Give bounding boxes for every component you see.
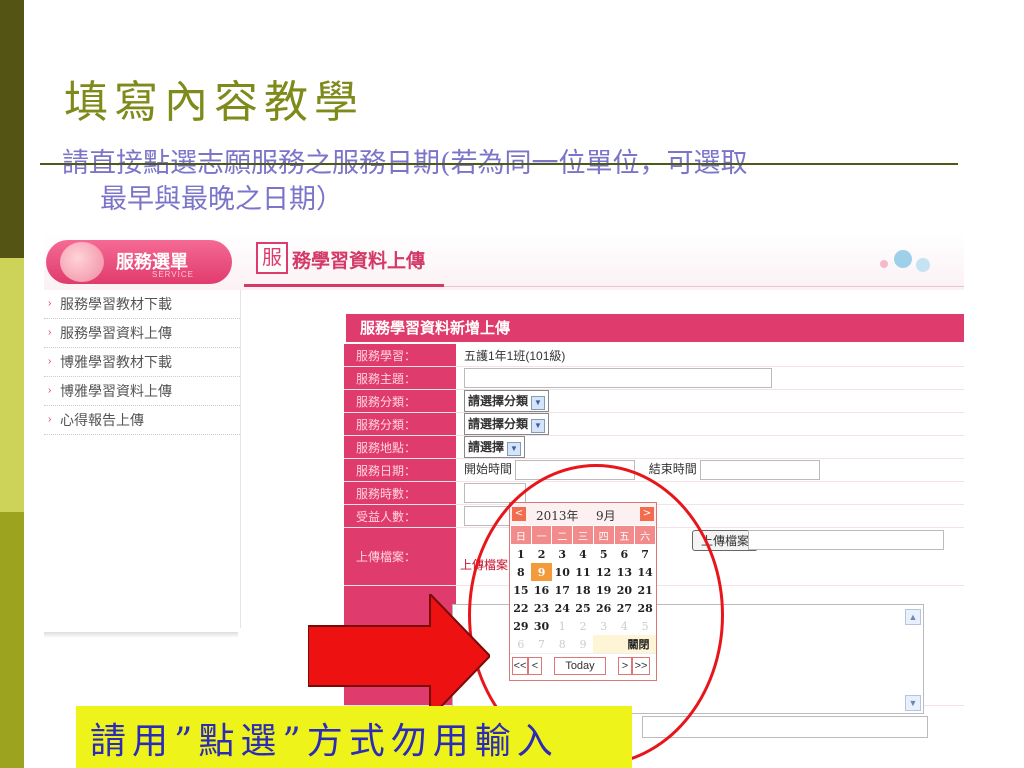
chevron-down-icon: ▼: [507, 442, 522, 456]
form-row: 服務分類： 請選擇分類 ▼: [344, 412, 964, 436]
field-label: 服務學習：: [344, 344, 456, 367]
bubble-decoration: [894, 250, 912, 268]
chevron-right-icon: ›: [48, 385, 52, 396]
start-time-label: 開始時間: [464, 462, 513, 477]
left-accent-bar-mid: [0, 512, 24, 768]
subtitle-line-2: 最早與最晚之日期）: [100, 184, 343, 215]
page-header: 服務選單 SERVICE 服 務學習資料上傳: [44, 232, 964, 290]
peach-icon: [60, 242, 104, 282]
left-accent-bar-light: [0, 258, 24, 512]
study-value: 五護1年1班(101級): [456, 344, 964, 367]
slide-subtitle: 請直接點選志願服務之服務日期(若為同一位單位，可選取 最早與最晚之日期）: [62, 146, 962, 218]
sidebar-bottom-shadow: [44, 632, 238, 638]
chevron-right-icon: ›: [48, 327, 52, 338]
red-arrow-icon: [308, 594, 490, 718]
field-label: 上傳檔案：: [344, 527, 456, 586]
chevron-down-icon: ▼: [531, 396, 546, 410]
select-value: 請選擇分類: [468, 394, 529, 408]
sidebar: › 服務學習教材下載 › 服務學習資料上傳 › 博雅學習教材下載 › 博雅學習資…: [44, 290, 241, 628]
page-heading-icon: 服: [256, 242, 288, 274]
field-label: 服務主題：: [344, 366, 456, 390]
select-value: 請選擇: [468, 440, 505, 454]
page-heading-text: 務學習資料上傳: [292, 251, 426, 272]
chevron-right-icon: ›: [48, 414, 52, 425]
end-time-label: 結束時間: [648, 462, 697, 477]
strike-line: [40, 163, 958, 165]
sidebar-item-label: 心得報告上傳: [60, 412, 144, 428]
field-label: 服務時數：: [344, 481, 456, 505]
bubble-decoration: [916, 258, 930, 272]
select-value: 請選擇分類: [468, 417, 529, 431]
sidebar-item-data-upload[interactable]: › 服務學習資料上傳: [44, 319, 240, 348]
field-label: 服務分類：: [344, 389, 456, 413]
upload-file-input[interactable]: [748, 530, 944, 550]
sidebar-item-label: 服務學習資料上傳: [60, 325, 172, 341]
form-row: 服務日期： 開始時間 結束時間: [344, 458, 964, 482]
scroll-down-icon[interactable]: ▼: [905, 695, 921, 711]
chevron-down-icon: ▼: [531, 419, 546, 433]
menu-subtitle: SERVICE: [152, 270, 194, 279]
chevron-right-icon: ›: [48, 356, 52, 367]
category-select-2[interactable]: 請選擇分類 ▼: [464, 413, 550, 435]
slide-title: 填寫內容教學: [64, 77, 364, 128]
form-row: 服務學習： 五護1年1班(101級): [344, 344, 964, 367]
left-accent-bar-dark: [0, 0, 24, 258]
sidebar-item-liberal-material-download[interactable]: › 博雅學習教材下載: [44, 348, 240, 377]
sidebar-item-label: 服務學習教材下載: [60, 296, 172, 312]
menu-tab[interactable]: 服務選單 SERVICE: [46, 240, 232, 284]
field-label: 受益人數：: [344, 504, 456, 528]
chevron-right-icon: ›: [48, 298, 52, 309]
location-select[interactable]: 請選擇 ▼: [464, 436, 526, 458]
form-title: 服務學習資料新增上傳: [346, 314, 964, 342]
field-label: 服務日期：: [344, 458, 456, 482]
sidebar-item-label: 博雅學習資料上傳: [60, 383, 172, 399]
field-label: 服務地點：: [344, 435, 456, 459]
form-row: 服務地點： 請選擇 ▼: [344, 435, 964, 459]
header-divider: [444, 286, 964, 287]
category-select-1[interactable]: 請選擇分類 ▼: [464, 390, 550, 412]
sidebar-item-teaching-material-download[interactable]: › 服務學習教材下載: [44, 290, 240, 319]
form-row: 服務主題：: [344, 366, 964, 390]
field-label: 服務分類：: [344, 412, 456, 436]
sidebar-item-report-upload[interactable]: › 心得報告上傳: [44, 406, 240, 435]
header-underline: [244, 284, 444, 287]
end-time-input[interactable]: [700, 460, 821, 480]
sidebar-item-label: 博雅學習教材下載: [60, 354, 172, 370]
topic-input[interactable]: [464, 368, 772, 388]
form-row: 服務分類： 請選擇分類 ▼: [344, 389, 964, 413]
sidebar-item-liberal-data-upload[interactable]: › 博雅學習資料上傳: [44, 377, 240, 406]
note-text: 請用”點選”方式勿用輸入: [90, 721, 559, 762]
scroll-up-icon[interactable]: ▲: [905, 609, 921, 625]
bubble-decoration: [880, 260, 888, 268]
